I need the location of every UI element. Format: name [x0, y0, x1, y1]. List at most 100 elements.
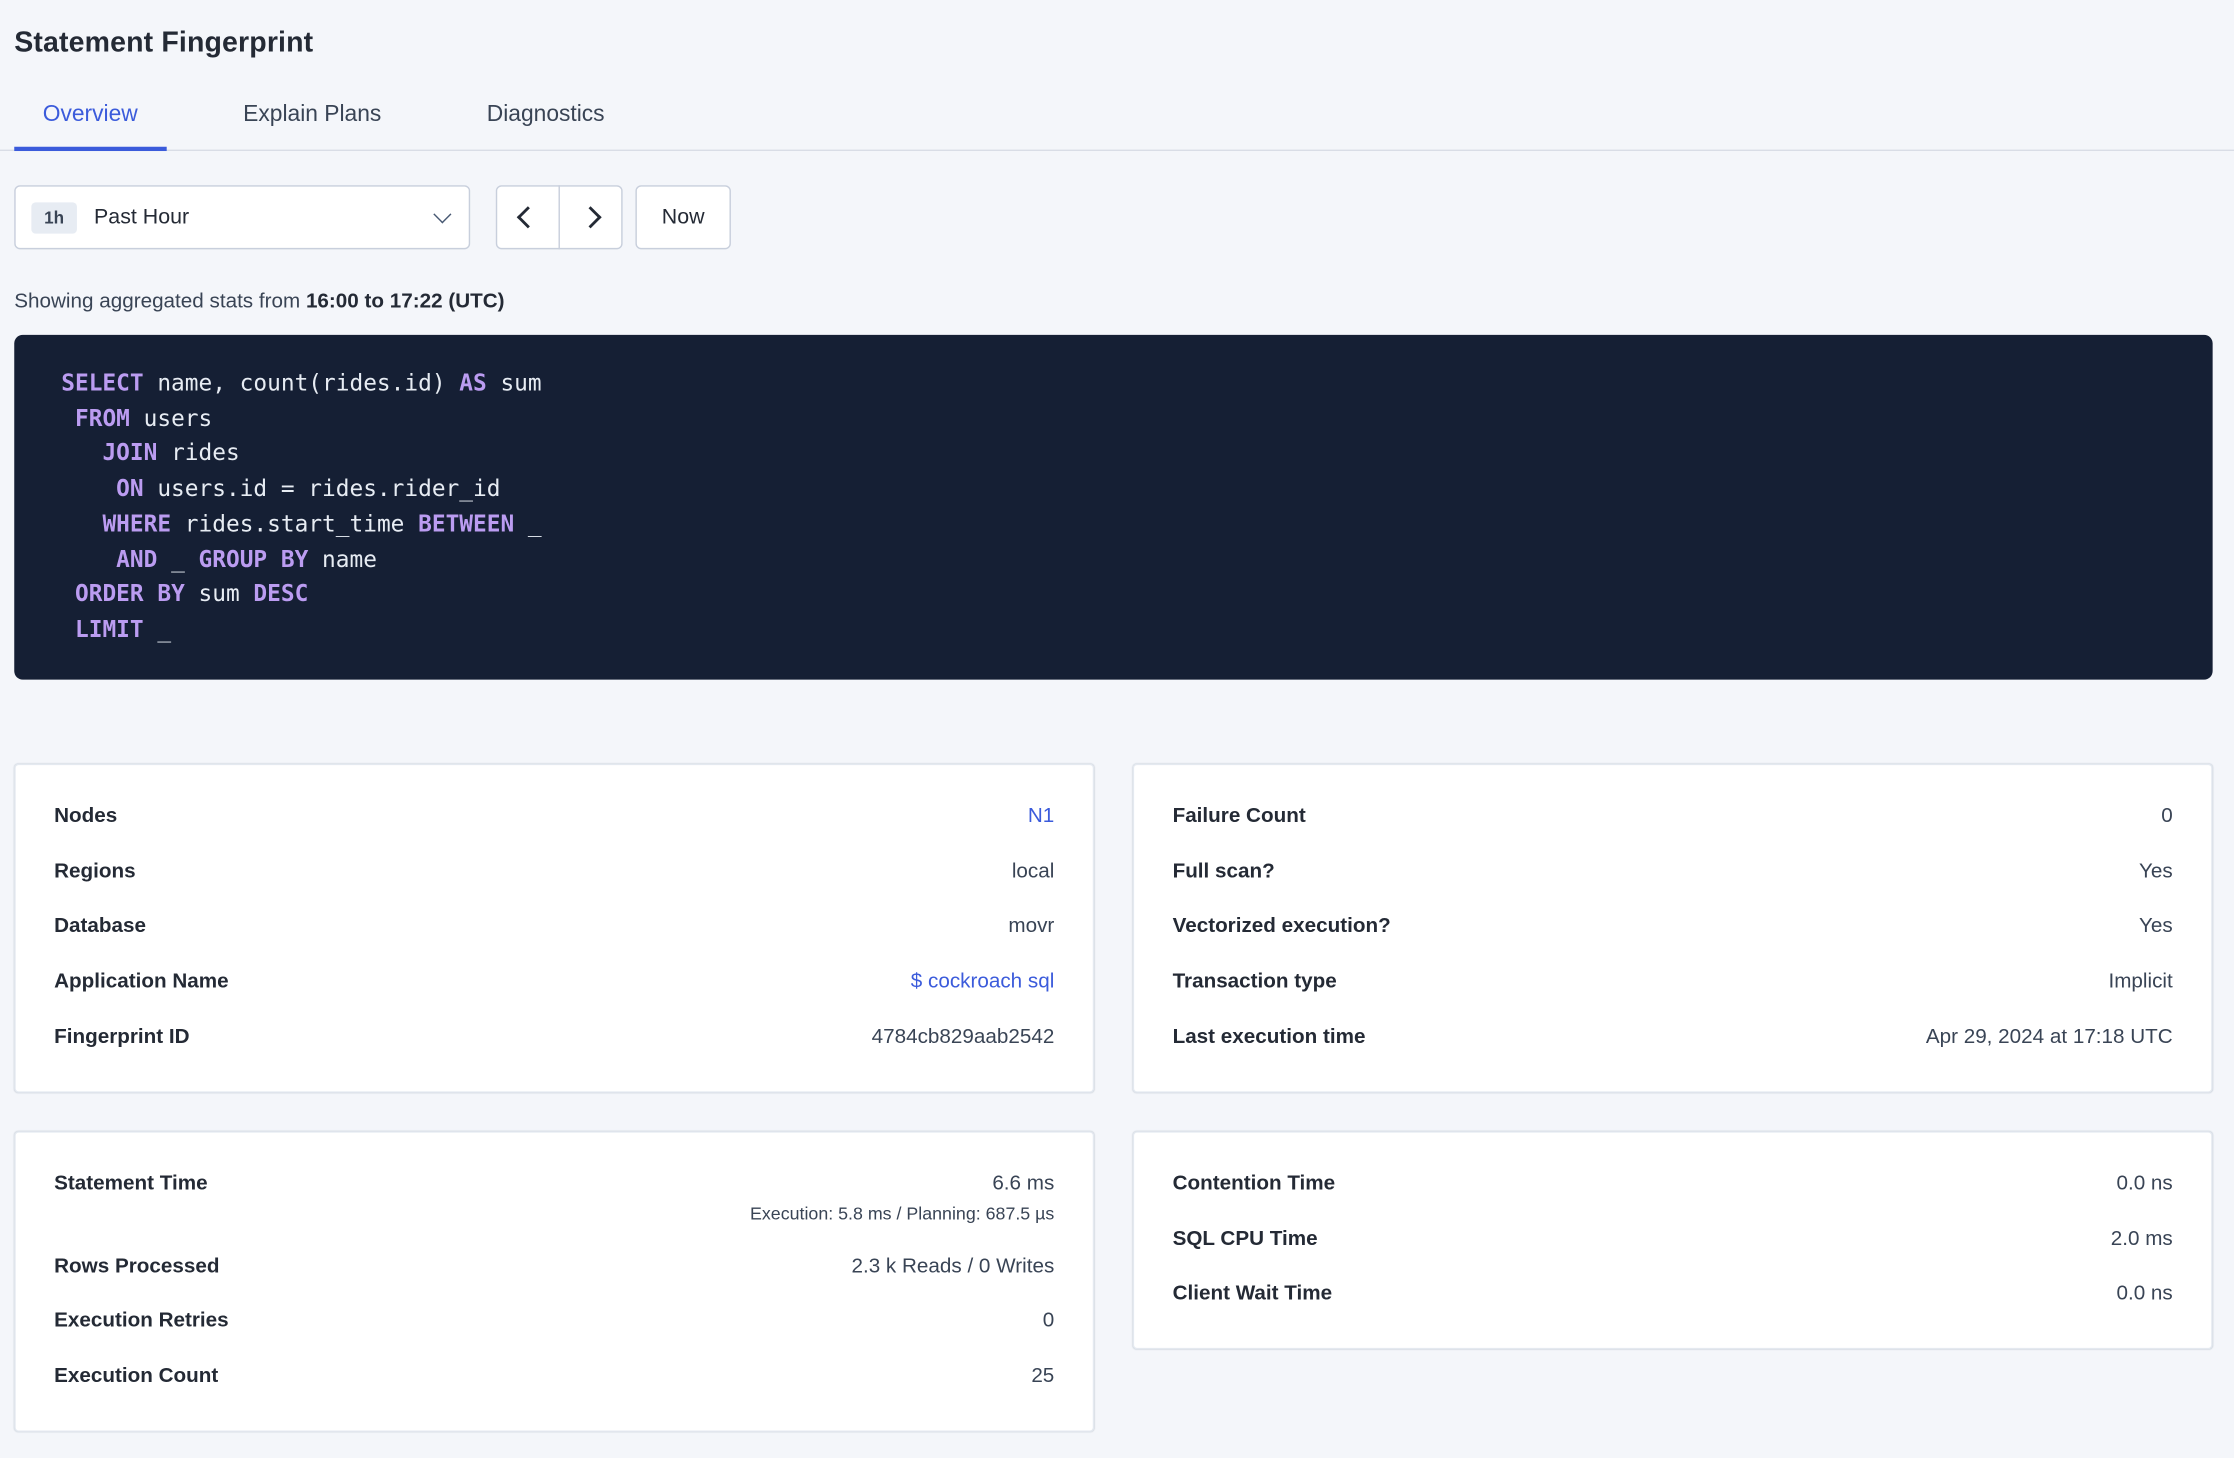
chevron-right-icon — [579, 206, 602, 229]
stats-caption-range: 16:00 to 17:22 (UTC) — [305, 290, 505, 314]
sql-line: JOIN rides — [102, 439, 240, 467]
row-value: 0.0 ns — [2116, 1282, 2173, 1306]
row-value: Implicit — [2108, 970, 2173, 993]
row-value-wrap: 2.3 k Reads / 0 Writes — [851, 1253, 1054, 1281]
row-value-wrap: 25 — [1031, 1363, 1054, 1391]
row-value: 4784cb829aab2542 — [871, 1025, 1055, 1048]
details-cards: Nodes N1 Regions local Database movr Applicati… — [14, 763, 2213, 1093]
row-value: Yes — [2139, 915, 2173, 938]
time-range-badge: 1h — [31, 201, 77, 233]
sql-line: ON users.id = rides.rider_id — [116, 474, 501, 502]
card-row: Failure Count 0 — [1173, 790, 2173, 845]
execution-attributes-card: Failure Count 0 Full scan? Yes Vectorized ex… — [1132, 763, 2213, 1093]
row-value: 6.6 ms — [992, 1172, 1055, 1196]
sql-statement-box: SELECT name, count(rides.id) AS sum FROM… — [14, 334, 2213, 680]
page-header: Statement Fingerprint — [0, 0, 2234, 63]
timing-cards: Statement Time 6.6 ms Execution: 5.8 ms / … — [14, 1130, 2213, 1432]
card-row: Vectorized execution? Yes — [1173, 900, 2173, 955]
sql-line: FROM users — [74, 404, 213, 432]
now-button[interactable]: Now — [635, 185, 731, 250]
card-row: Transaction type Implicit — [1173, 955, 2173, 1010]
statement-details-card: Nodes N1 Regions local Database movr Applicati… — [14, 763, 1095, 1093]
row-label: Statement Time — [54, 1172, 208, 1196]
statement-fingerprint-page: Statement Fingerprint Overview Explain P… — [0, 0, 2234, 1432]
row-subtext: Execution: 5.8 ms / Planning: 687.5 µs — [750, 1203, 1055, 1224]
row-value-wrap: Yes — [2139, 859, 2173, 887]
row-label: SQL CPU Time — [1172, 1227, 1318, 1251]
card-row: Last execution time Apr 29, 2024 at 17:18… — [1173, 1010, 2173, 1065]
stats-caption-prefix: Showing aggregated stats from — [14, 290, 306, 314]
row-value: local — [1011, 860, 1055, 883]
row-value-wrap: 4784cb829aab2542 — [872, 1024, 1055, 1052]
row-label: Regions — [54, 860, 136, 883]
row-label: Execution Retries — [54, 1309, 229, 1333]
row-value-wrap: 0 — [2161, 804, 2173, 832]
row-value-wrap: 0 — [1043, 1308, 1055, 1336]
time-step-buttons — [495, 185, 623, 250]
card-row: Client Wait Time 0.0 ns — [1173, 1268, 2173, 1323]
chevron-left-icon — [516, 206, 539, 229]
card-row: Statement Time 6.6 ms Execution: 5.8 ms / … — [54, 1158, 1054, 1240]
row-value-wrap: Implicit — [2108, 969, 2172, 997]
row-label: Last execution time — [1172, 1025, 1366, 1048]
row-value-wrap: 6.6 ms Execution: 5.8 ms / Planning: 687.… — [750, 1171, 1054, 1226]
card-row: SQL CPU Time 2.0 ms — [1173, 1213, 2173, 1268]
card-row: Contention Time 0.0 ns — [1173, 1158, 2173, 1213]
sql-code: SELECT name, count(rides.id) AS sum FROM… — [46, 366, 2182, 648]
row-value-wrap: movr — [1008, 914, 1054, 942]
row-value-wrap: local — [1012, 859, 1054, 887]
tab-bar: Overview Explain Plans Diagnostics — [0, 83, 2234, 152]
card-row: Rows Processed 2.3 k Reads / 0 Writes — [54, 1240, 1054, 1295]
row-label: Application Name — [54, 970, 229, 993]
row-label: Rows Processed — [54, 1254, 220, 1278]
card-row: Database movr — [54, 900, 1054, 955]
row-value-wrap: 0.0 ns — [2116, 1281, 2172, 1309]
sql-line: ORDER BY sum DESC — [74, 580, 309, 608]
row-value-wrap: Yes — [2139, 914, 2173, 942]
tab-diagnostics[interactable]: Diagnostics — [458, 83, 633, 151]
row-value-link[interactable]: $ cockroach sql — [911, 969, 1055, 997]
row-value-wrap: $ cockroach sql — [911, 969, 1055, 997]
row-label: Client Wait Time — [1172, 1282, 1333, 1306]
tab-explain-plans[interactable]: Explain Plans — [215, 83, 410, 151]
sql-line: AND _ GROUP BY name — [116, 544, 377, 573]
sql-line: LIMIT _ — [74, 615, 172, 643]
row-value: 0 — [2161, 805, 2173, 828]
row-value: movr — [1008, 915, 1055, 938]
statement-timing-card: Statement Time 6.6 ms Execution: 5.8 ms / … — [14, 1130, 1095, 1432]
row-value-link[interactable]: N1 — [1028, 804, 1054, 832]
card-row: Fingerprint ID 4784cb829aab2542 — [54, 1010, 1054, 1065]
next-time-button[interactable] — [558, 185, 623, 250]
card-row: Nodes N1 — [54, 790, 1054, 845]
time-picker-row: 1h Past Hour Now — [0, 185, 2234, 250]
row-value-wrap: 0.0 ns — [2116, 1171, 2172, 1199]
row-value: 0 — [1042, 1309, 1055, 1333]
row-label: Database — [54, 915, 147, 938]
card-row: Execution Retries 0 — [54, 1295, 1054, 1350]
row-value-wrap: N1 — [1028, 804, 1054, 832]
wait-timing-card: Contention Time 0.0 ns SQL CPU Time 2.0 ms C… — [1132, 1130, 2213, 1350]
page-title: Statement Fingerprint — [14, 27, 314, 59]
stats-caption: Showing aggregated stats from 16:00 to 1… — [0, 289, 2234, 315]
sql-line: WHERE rides.start_time BETWEEN _ — [102, 509, 542, 537]
tab-overview[interactable]: Overview — [14, 83, 167, 152]
viewport-scaler: Statement Fingerprint Overview Explain P… — [0, 0, 2234, 1458]
chevron-down-icon — [433, 205, 452, 224]
row-label: Transaction type — [1172, 970, 1337, 993]
time-range-label: Past Hour — [94, 205, 190, 230]
card-row: Full scan? Yes — [1173, 845, 2173, 900]
card-row: Application Name $ cockroach sql — [54, 955, 1054, 1010]
row-value: Apr 29, 2024 at 17:18 UTC — [1925, 1025, 2173, 1048]
row-label: Vectorized execution? — [1172, 915, 1391, 938]
row-label: Contention Time — [1172, 1172, 1336, 1196]
card-row: Regions local — [54, 845, 1054, 900]
row-value: 25 — [1031, 1364, 1055, 1388]
row-value: 0.0 ns — [2116, 1172, 2173, 1196]
row-label: Full scan? — [1172, 860, 1275, 883]
previous-time-button[interactable] — [495, 185, 560, 250]
row-value: 2.0 ms — [2110, 1227, 2173, 1251]
row-label: Fingerprint ID — [54, 1025, 190, 1048]
time-range-dropdown[interactable]: 1h Past Hour — [14, 185, 471, 250]
row-value: 2.3 k Reads / 0 Writes — [851, 1254, 1055, 1278]
row-label: Execution Count — [54, 1364, 219, 1388]
